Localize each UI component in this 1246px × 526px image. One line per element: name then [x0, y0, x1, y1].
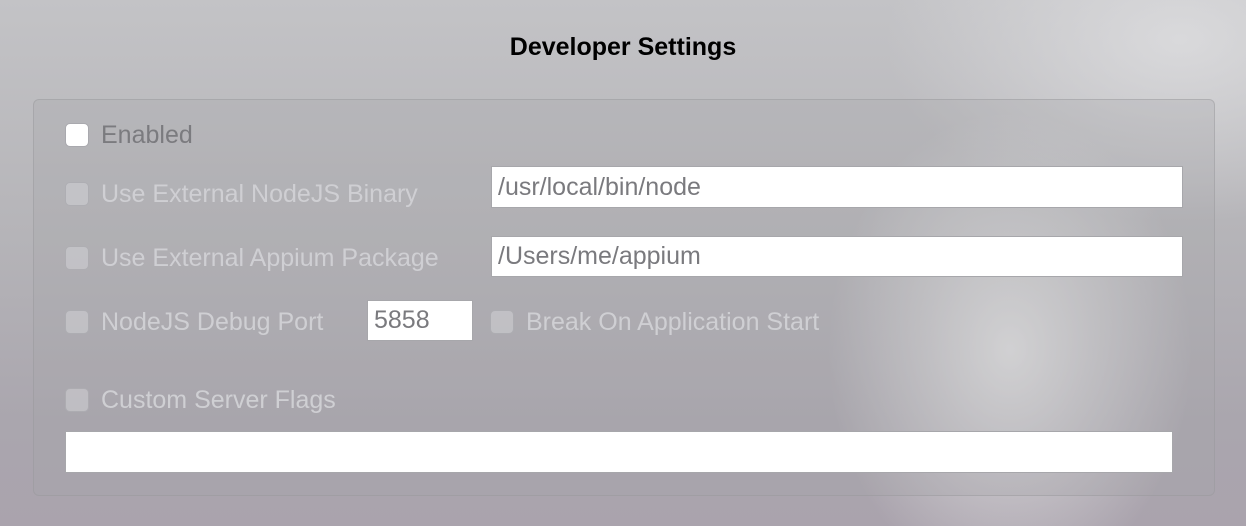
node-binary-path-input[interactable]: /usr/local/bin/node	[491, 166, 1183, 208]
node-binary-checkbox[interactable]	[65, 182, 89, 206]
appium-package-row: Use External Appium Package	[65, 244, 439, 272]
debug-port-checkbox[interactable]	[65, 310, 89, 334]
node-binary-label: Use External NodeJS Binary	[101, 179, 418, 208]
appium-package-checkbox[interactable]	[65, 246, 89, 270]
custom-flags-row: Custom Server Flags	[65, 386, 336, 414]
debug-port-label: NodeJS Debug Port	[101, 307, 324, 336]
break-on-start-row: Break On Application Start	[490, 308, 819, 336]
enabled-checkbox[interactable]	[65, 123, 89, 147]
debug-port-row: NodeJS Debug Port	[65, 308, 323, 336]
custom-flags-label: Custom Server Flags	[101, 385, 336, 414]
custom-flags-checkbox[interactable]	[65, 388, 89, 412]
appium-package-label: Use External Appium Package	[101, 243, 439, 272]
appium-package-path-input[interactable]: /Users/me/appium	[491, 236, 1183, 277]
window-title: Developer Settings	[509, 33, 737, 61]
break-on-start-label: Break On Application Start	[526, 307, 820, 336]
break-on-start-checkbox[interactable]	[490, 310, 514, 334]
enabled-row: Enabled	[65, 121, 193, 149]
node-binary-row: Use External NodeJS Binary	[65, 180, 418, 208]
custom-flags-input[interactable]	[65, 431, 1173, 473]
debug-port-input[interactable]: 5858	[367, 300, 473, 341]
enabled-label: Enabled	[101, 120, 193, 149]
